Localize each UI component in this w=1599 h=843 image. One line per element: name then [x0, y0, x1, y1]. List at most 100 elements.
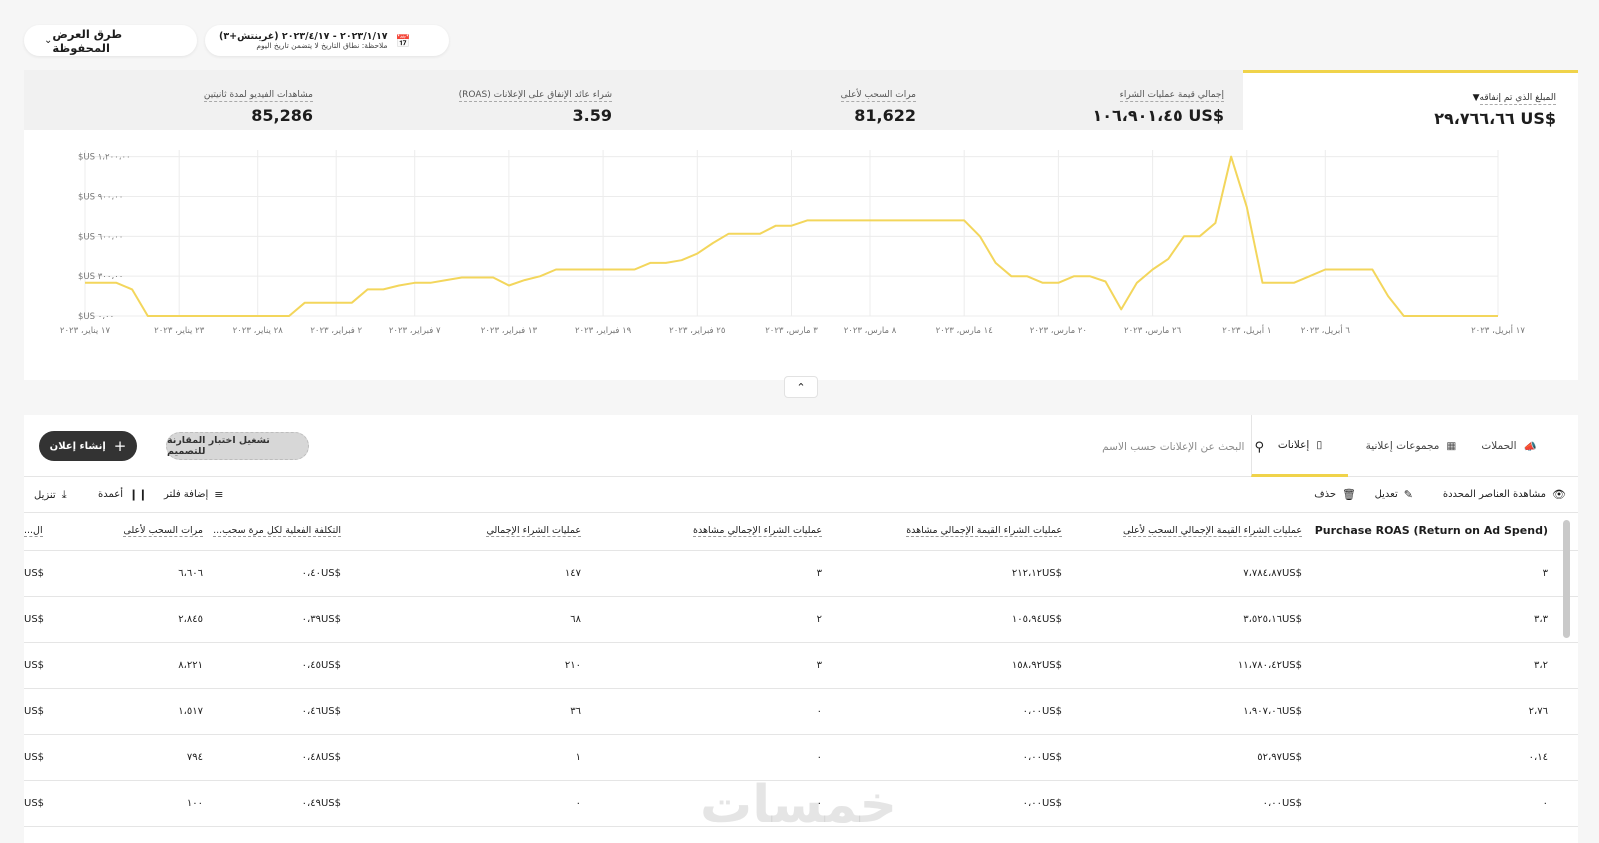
search-input[interactable] [1054, 441, 1245, 453]
x-tick-label: ٢٣ يناير، ٢٠٢٣ [154, 326, 205, 336]
collapse-chart-button[interactable]: ⌃ [784, 376, 818, 398]
megaphone-icon: 📣 [1523, 440, 1537, 453]
cell-purchases: ١٤٧ [564, 568, 581, 579]
table-row[interactable]: ٣،٢ ١١،٧٨٠،٤٢US$ ١٥٨،٩٢US$ ٣ ٢١٠ ٠،٤٥US$ ٨،٢٢١… [24, 643, 1578, 689]
view-selected-button[interactable]: 👁 مشاهدة العناصر المحددة [1443, 488, 1566, 501]
table-row[interactable]: ٣،٣ ٣،٥٢٥،١٦US$ ١٠٥،٩٤US$ ٢ ٦٨ ٠،٣٩US$ ٢،٨٤٥ US… [24, 597, 1578, 643]
create-ad-button[interactable]: + إنشاء إعلان [39, 431, 137, 461]
metric-label: شراء عائد الإنفاق على الإعلانات (ROAS) [458, 90, 612, 102]
cell-purchase-value-swipe: ١،٩٠٧،٠٦US$ [1243, 706, 1302, 717]
create-ad-label: إنشاء إعلان [49, 440, 106, 452]
col-header-truncated[interactable]: ال... [24, 525, 43, 537]
cell-purchase-value-swipe: ١١،٧٨٠،٤٢US$ [1237, 660, 1302, 671]
metric-purchase-value[interactable]: إجمالي قيمة عمليات الشراء $US ١٠٦،٩٠١،٤٥ [924, 70, 1224, 130]
saved-views-label: طرق العرض المحفوظة [52, 26, 123, 55]
cell-roas: ٢،٧٦ [1528, 706, 1548, 717]
y-tick-label: $US ٣٠٠،٠٠ [78, 272, 123, 282]
cell-ecpsu: ٠،٤٥US$ [301, 660, 341, 671]
tab-ads[interactable]: ▯ إعلانات [1251, 415, 1348, 477]
metric-value: 3.59 [572, 106, 612, 125]
delete-button[interactable]: 🗑 حذف [1314, 488, 1356, 501]
delete-label: حذف [1314, 489, 1337, 500]
cell-purchase-value-view: ٢١٢،١٢US$ [1011, 568, 1062, 579]
cell-purchase-value-swipe: ٠،٠٠US$ [1262, 798, 1302, 809]
metric-value: $US ٢٩،٧٦٦،٦٦ [1434, 109, 1556, 128]
date-range-picker[interactable]: 📅 ٢٠٢٣/١/١٧ - ٢٠٢٣/٤/١٧ (غرينتش+٣) ملاحظ… [205, 25, 449, 56]
cell-swipe-ups: ١،٥١٧ [178, 706, 203, 717]
saved-views-dropdown[interactable]: ⌄ طرق العرض المحفوظة [24, 25, 197, 56]
metrics-panel: المبلغ الذي تم إنفاقه▼ $US ٢٩،٧٦٦،٦٦ إجم… [24, 70, 1578, 380]
cell-purchases-view: ٣ [816, 660, 822, 671]
cell-purchases: ١ [575, 752, 581, 763]
table-row[interactable]: ٢،٧٦ ١،٩٠٧،٠٦US$ ٠،٠٠US$ ٠ ٣٦ ٠،٤٦US$ ١،٥١٧ US$ [24, 689, 1578, 735]
x-tick-label: ٢ فبراير، ٢٠٢٣ [310, 326, 362, 336]
cell-roas: ٠،١٤ [1528, 752, 1548, 763]
col-header-purchase-value-view[interactable]: عمليات الشراء القيمة الإجمالي مشاهدة [906, 525, 1062, 537]
metric-value: 81,622 [854, 106, 916, 125]
cell-purchases: ٦٨ [570, 614, 581, 625]
metric-value: 85,286 [251, 106, 313, 125]
cell-purchases-view: ٠ [816, 706, 822, 717]
cell-purchases: ٢١٠ [564, 660, 581, 671]
edit-button[interactable]: ✎ تعديل [1375, 488, 1413, 501]
table-row[interactable]: ٣ ٧،٧٨٤،٨٧US$ ٢١٢،١٢US$ ٣ ١٤٧ ٠،٤٠US$ ٦،٦٠٦ US$ [24, 551, 1578, 597]
table-toolbar: 👁 مشاهدة العناصر المحددة ✎ تعديل 🗑 حذف ≡… [24, 477, 1578, 513]
tab-ad-groups[interactable]: ▦ مجموعات إعلانية [1356, 415, 1466, 477]
run-compare-test-button[interactable]: تشغيل اختبار المقارنة للتصميم [166, 432, 309, 460]
cell-purchase-value-view: ١٥٨،٩٢US$ [1011, 660, 1062, 671]
chart-svg: $US ٠،٠٠ $US ٣٠٠،٠٠ $US ٦٠٠،٠٠ $US ٩٠٠،٠٠ $U… [60, 150, 1525, 336]
x-tick-label: ١٧ يناير، ٢٠٢٣ [60, 326, 111, 336]
chevron-down-icon: ⌄ [44, 35, 53, 46]
col-header-swipe-ups[interactable]: مرات السحب لأعلى [123, 525, 203, 537]
eye-icon: 👁 [1552, 488, 1566, 501]
col-header-roas[interactable]: Purchase ROAS (Return on Ad Spend) [1315, 524, 1548, 537]
cell-purchase-value-view: ٠،٠٠US$ [1022, 798, 1062, 809]
x-tick-label: ١٩ فبراير، ٢٠٢٣ [575, 326, 632, 336]
table-header: Purchase ROAS (Return on Ad Spend) عمليا… [24, 513, 1578, 551]
cell-purchase-value-swipe: ٣،٥٢٥،١٦US$ [1243, 614, 1302, 625]
columns-button[interactable]: ❙❙ أعمدة [98, 488, 147, 501]
metric-label: مشاهدات الفيديو لمدة ثانيتين [203, 90, 313, 102]
metric-amount-spent[interactable]: المبلغ الذي تم إنفاقه▼ $US ٢٩،٧٦٦،٦٦ [1243, 70, 1578, 130]
x-tick-label: ٣ مارس، ٢٠٢٣ [765, 326, 818, 336]
cell-truncated: US$ [24, 614, 45, 625]
metric-roas[interactable]: شراء عائد الإنفاق على الإعلانات (ROAS) 3… [324, 70, 612, 130]
search-icon: ⚲ [1254, 439, 1264, 455]
search-box[interactable]: ⚲ [1034, 437, 1264, 457]
col-header-purchases[interactable]: عمليات الشراء الإجمالي [486, 525, 581, 537]
col-header-ecpsu[interactable]: التكلفة الفعلية لكل مرة سحب... [213, 525, 341, 537]
cell-swipe-ups: ٦،٦٠٦ [178, 568, 203, 579]
scroll-thumb[interactable] [1563, 520, 1570, 638]
columns-label: أعمدة [98, 489, 124, 500]
phone-icon: ▯ [1316, 438, 1323, 451]
cell-roas: ٠ [1542, 798, 1548, 809]
columns-icon: ❙❙ [129, 488, 148, 501]
x-tick-label: ٢٥ فبراير، ٢٠٢٣ [669, 326, 725, 336]
cell-ecpsu: ٠،٤٩US$ [301, 798, 341, 809]
metric-swipe-ups[interactable]: مرات السحب لأعلى 81,622 [624, 70, 916, 130]
col-header-purchases-view[interactable]: عمليات الشراء الإجمالي مشاهدة [693, 525, 822, 537]
x-tick-label: ٢٨ يناير، ٢٠٢٣ [233, 326, 284, 336]
watermark-logo: خمسات [700, 775, 898, 835]
col-header-purchase-value-swipe[interactable]: عمليات الشراء القيمة الإجمالي السحب لأعل… [1122, 525, 1302, 537]
cell-purchases-view: ٢ [816, 614, 822, 625]
cell-purchase-value-view: ٠،٠٠US$ [1022, 752, 1062, 763]
plus-icon: + [113, 437, 127, 455]
cell-purchase-value-swipe: ٥٢،٩٧US$ [1257, 752, 1302, 763]
cell-truncated: US$ [24, 706, 45, 717]
cell-purchase-value-view: ١٠٥،٩٤US$ [1011, 614, 1062, 625]
y-tick-label: $US ٦٠٠،٠٠ [78, 232, 123, 242]
tab-campaigns[interactable]: 📣 الحملات [1464, 415, 1554, 477]
add-filter-button[interactable]: ≡ إضافة فلتر [164, 488, 223, 501]
x-tick-label: ٢٦ مارس، ٢٠٢٣ [1124, 326, 1182, 336]
x-tick-label: ١٤ مارس، ٢٠٢٣ [936, 326, 993, 336]
cell-purchases-view: ٣ [816, 568, 822, 579]
metric-label: إجمالي قيمة عمليات الشراء [1119, 90, 1224, 102]
vertical-scrollbar[interactable] [1561, 514, 1571, 843]
y-tick-label: $US ٩٠٠،٠٠ [78, 192, 123, 202]
caret-down-icon[interactable]: ▼ [1473, 93, 1480, 103]
x-tick-label: ١٣ فبراير، ٢٠٢٣ [481, 326, 538, 336]
download-button[interactable]: ⤓ تنزيل [34, 488, 67, 502]
metric-video-views[interactable]: مشاهدات الفيديو لمدة ثانيتين 85,286 [24, 70, 313, 130]
chevron-up-icon: ⌃ [796, 380, 806, 394]
